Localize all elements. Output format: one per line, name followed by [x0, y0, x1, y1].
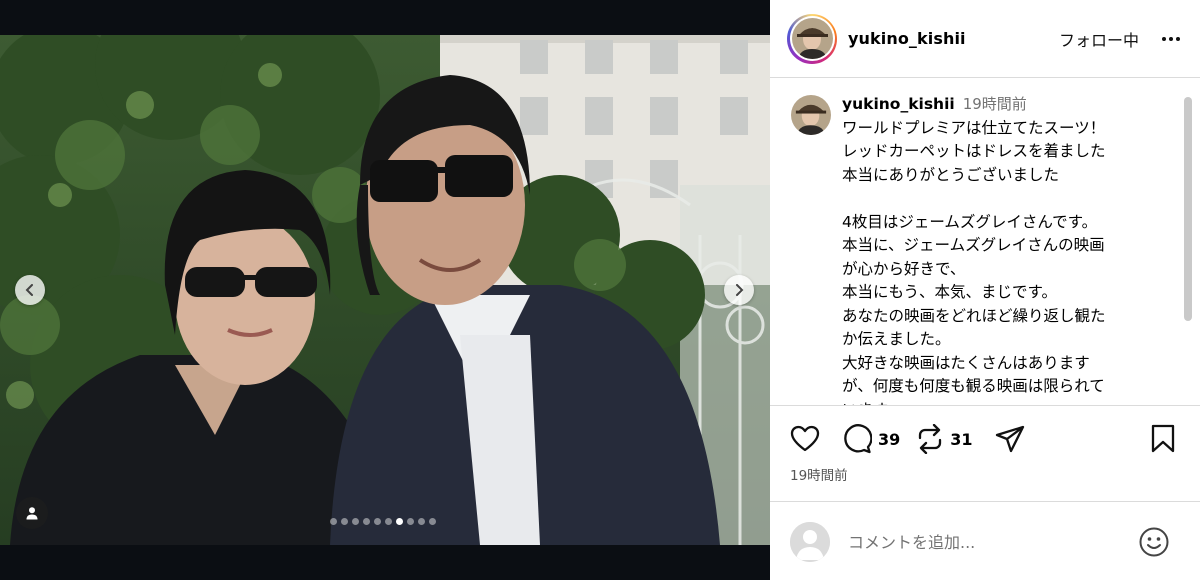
like-button[interactable] [790, 425, 820, 453]
next-photo-button[interactable] [724, 275, 754, 305]
repost-button[interactable]: 31 [916, 424, 973, 454]
carousel-dot [418, 518, 425, 525]
caption-line [842, 187, 1180, 211]
action-bar: 39 31 [790, 424, 1025, 454]
default-avatar-icon [790, 522, 830, 562]
caption-text: yukino_kishii 19時間前 ワールドプレミアは仕立てたスーツ！ レッドカ… [842, 93, 1180, 405]
more-horizontal-icon [1162, 36, 1180, 41]
current-user-avatar [790, 522, 830, 562]
chevron-right-icon [736, 284, 744, 296]
following-button[interactable]: フォロー中 [1059, 27, 1139, 51]
caption-line: が、何度も何度も観る映画は限られて [842, 377, 1105, 395]
share-button[interactable] [995, 425, 1025, 453]
carousel-dot [374, 518, 381, 525]
caption-line: 大好きな映画はたくさんはあります [842, 353, 1090, 372]
comment-input[interactable] [848, 528, 1128, 556]
more-options-button[interactable] [1159, 27, 1183, 51]
author-username[interactable]: yukino_kishii [848, 29, 966, 48]
comment-button[interactable]: 39 [842, 424, 900, 454]
comment-composer [770, 501, 1200, 580]
carousel-dot [407, 518, 414, 525]
previous-photo-button[interactable] [15, 275, 45, 305]
post-photo[interactable] [0, 35, 770, 545]
caption-line: 本当に、ジェームズグレイさんの映画 [842, 236, 1105, 254]
caption-line: か伝えました。 [842, 330, 951, 348]
carousel-dot [352, 518, 359, 525]
post-side-panel: yukino_kishii フォロー中 yukino_kishii 19時間前 ワ… [770, 0, 1200, 580]
bookmark-icon [1151, 424, 1175, 453]
carousel-dot [429, 518, 436, 525]
caption-username[interactable]: yukino_kishii [842, 95, 955, 113]
avatar-image [791, 95, 831, 135]
carousel-indicator [330, 518, 436, 525]
caption-line: が心から好きで、 [842, 259, 966, 278]
caption-scrollbar[interactable] [1184, 97, 1192, 321]
caption-body: ワールドプレミアは仕立てたスーツ！ レッドカーペットはドレスを着ました 本当にありが… [842, 117, 1180, 406]
post-actions-section: 39 31 19時間前 [770, 405, 1200, 501]
caption-line: 本当にありがとうございました [842, 165, 1060, 184]
caption-author-avatar[interactable] [791, 95, 831, 135]
chevron-left-icon [25, 284, 33, 296]
caption-line: ワールドプレミアは仕立てたスーツ！ [842, 118, 1106, 137]
repost-count: 31 [950, 429, 973, 449]
carousel-dot [330, 518, 337, 525]
heart-icon [790, 425, 820, 452]
caption-line: 本当にもう、本気、まじです。 [842, 283, 1057, 301]
save-button[interactable] [1150, 424, 1176, 458]
avatar-image [791, 18, 833, 59]
repost-icon [919, 424, 942, 454]
media-viewer [0, 0, 770, 580]
comment-icon [844, 424, 872, 454]
post-header: yukino_kishii フォロー中 [770, 0, 1200, 78]
author-avatar[interactable] [787, 13, 837, 64]
carousel-dot [396, 518, 403, 525]
comment-count: 39 [878, 429, 901, 449]
person-icon [26, 507, 38, 520]
caption-timestamp[interactable]: 19時間前 [963, 95, 1027, 113]
photo-illustration [0, 35, 770, 545]
post-timestamp[interactable]: 19時間前 [790, 464, 848, 484]
carousel-dot [363, 518, 370, 525]
send-icon [995, 425, 1024, 453]
emoji-icon [1139, 527, 1169, 557]
carousel-dot [341, 518, 348, 525]
caption-line: レッドカーペットはドレスを着ました [842, 142, 1106, 160]
tagged-users-button[interactable] [16, 497, 48, 529]
carousel-dot [385, 518, 392, 525]
caption-line: 4枚目はジェームズグレイさんです。 [842, 212, 1098, 231]
caption-section[interactable]: yukino_kishii 19時間前 ワールドプレミアは仕立てたスーツ！ レッドカ… [770, 79, 1200, 405]
caption-line: あなたの映画をどれほど繰り返し観た [842, 306, 1106, 325]
emoji-button[interactable] [1138, 526, 1170, 562]
